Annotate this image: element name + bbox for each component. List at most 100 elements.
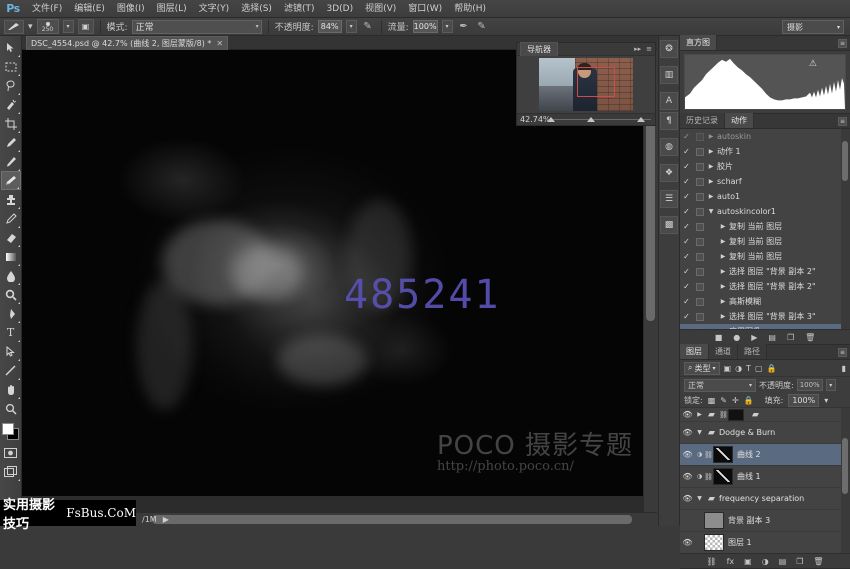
- play-button[interactable]: ▶: [751, 333, 757, 342]
- quick-mask-toggle[interactable]: [1, 443, 21, 462]
- menu-layer[interactable]: 图层(L): [151, 0, 193, 18]
- layer-visibility-icon[interactable]: 👁: [680, 472, 695, 481]
- rectangular-marquee-tool[interactable]: [1, 57, 21, 76]
- lock-position-icon[interactable]: ✛: [732, 396, 739, 405]
- airbrush-icon[interactable]: ✒: [457, 20, 471, 34]
- action-toggle-icon[interactable]: ✓: [680, 147, 693, 156]
- action-row[interactable]: ✓ ▶ scharf: [680, 174, 850, 189]
- lock-transparency-icon[interactable]: ▩: [708, 396, 716, 405]
- styles-icon[interactable]: ▩: [660, 216, 678, 234]
- panel-menu-icon[interactable]: ≡: [838, 117, 847, 126]
- layer-row[interactable]: 👁 ▶ ▰ ⛓ ▰: [680, 408, 850, 422]
- link-icon[interactable]: ⛓: [704, 451, 713, 459]
- flow-value[interactable]: 100%: [413, 20, 438, 33]
- clone-stamp-tool[interactable]: [1, 190, 21, 209]
- quick-selection-tool[interactable]: [1, 95, 21, 114]
- new-layer-button[interactable]: ❐: [796, 557, 803, 566]
- action-row[interactable]: ✓ ▼ autoskincolor1: [680, 204, 850, 219]
- collapse-icon[interactable]: ▸▸: [634, 45, 641, 53]
- tab-history[interactable]: 历史记录: [680, 113, 725, 128]
- action-row[interactable]: ✓ ▶ 动作 1: [680, 144, 850, 159]
- action-row-selected[interactable]: ✓ ▶ 应用图像: [680, 324, 850, 329]
- action-toggle-icon[interactable]: ✓: [680, 162, 693, 171]
- action-toggle-icon[interactable]: ✓: [680, 237, 693, 246]
- action-dialog-toggle[interactable]: [693, 223, 706, 231]
- action-toggle-icon[interactable]: ✓: [680, 267, 693, 276]
- navigator-view-box[interactable]: [577, 67, 615, 97]
- paragraph-icon[interactable]: ¶: [660, 112, 678, 130]
- action-row[interactable]: ✓ ▶ 复制 当前 图层: [680, 219, 850, 234]
- screen-mode-toggle[interactable]: [1, 462, 21, 481]
- spot-healing-brush-tool[interactable]: [1, 152, 21, 171]
- link-layers-button[interactable]: ⛓: [706, 557, 716, 566]
- menu-filter[interactable]: 滤镜(T): [278, 0, 321, 18]
- panel-menu-icon[interactable]: ≡: [838, 39, 847, 48]
- layer-visibility-icon[interactable]: 👁: [680, 410, 695, 419]
- action-toggle-icon[interactable]: ✓: [680, 297, 693, 306]
- navigator-tab[interactable]: 导航器: [520, 42, 558, 56]
- color-icon[interactable]: ◍: [660, 138, 678, 156]
- layer-fill-value[interactable]: 100%: [788, 394, 819, 407]
- expand-icon[interactable]: ▶: [718, 283, 728, 290]
- action-dialog-toggle[interactable]: [693, 298, 706, 306]
- new-action-button[interactable]: ❐: [787, 333, 794, 342]
- rectangle-shape-tool[interactable]: [1, 361, 21, 380]
- layer-list[interactable]: 👁 ▶ ▰ ⛓ ▰ 👁 ▼ ▰ Dodge & Burn 👁 ◑ ⛓: [680, 408, 850, 553]
- color-swatches[interactable]: [1, 421, 21, 443]
- character-icon[interactable]: A: [660, 92, 678, 110]
- action-dialog-toggle[interactable]: [693, 178, 706, 186]
- zoom-in-icon[interactable]: [637, 117, 645, 122]
- action-toggle-icon[interactable]: ✓: [680, 207, 693, 216]
- menu-help[interactable]: 帮助(H): [448, 0, 492, 18]
- link-icon[interactable]: ⛓: [719, 411, 728, 419]
- action-toggle-icon[interactable]: ✓: [680, 132, 693, 141]
- layer-filter-kind-select[interactable]: ⌕ 类型 ▾: [684, 362, 720, 375]
- expand-icon[interactable]: ▶: [706, 163, 716, 170]
- action-dialog-toggle[interactable]: [693, 193, 706, 201]
- action-dialog-toggle[interactable]: [693, 283, 706, 291]
- menu-window[interactable]: 窗口(W): [402, 0, 448, 18]
- layer-visibility-icon[interactable]: 👁: [680, 450, 695, 459]
- scrollbar-thumb[interactable]: [842, 141, 848, 181]
- layer-visibility-icon[interactable]: 👁: [680, 538, 695, 547]
- layer-thumbnail[interactable]: [704, 534, 724, 551]
- action-dialog-toggle[interactable]: [693, 133, 706, 141]
- expand-icon[interactable]: ▶: [718, 328, 728, 329]
- action-row[interactable]: ✓ ▶ 复制 当前 图层: [680, 234, 850, 249]
- filter-enable-toggle[interactable]: ▮: [842, 364, 846, 373]
- action-dialog-toggle[interactable]: [693, 238, 706, 246]
- panel-menu-icon[interactable]: ≡: [646, 45, 652, 53]
- blend-mode-select[interactable]: 正常 ▾: [132, 20, 262, 34]
- action-dialog-toggle[interactable]: [693, 148, 706, 156]
- action-toggle-icon[interactable]: ✓: [680, 282, 693, 291]
- layer-thumbnail[interactable]: [713, 446, 733, 463]
- opacity-stepper[interactable]: ▾: [346, 20, 357, 33]
- path-selection-tool[interactable]: [1, 342, 21, 361]
- lasso-tool[interactable]: [1, 76, 21, 95]
- tab-channels[interactable]: 通道: [709, 344, 738, 359]
- layer-row-selected[interactable]: 👁 ◑ ⛓ 曲线 2: [680, 444, 850, 466]
- layer-thumbnail[interactable]: [704, 512, 724, 529]
- filter-adjustment-icon[interactable]: ◑: [735, 364, 742, 373]
- zoom-out-icon[interactable]: [547, 117, 555, 122]
- adjustments-icon[interactable]: ❖: [660, 164, 678, 182]
- status-arrow-icon[interactable]: ▶: [163, 515, 169, 524]
- mini-bridge-icon[interactable]: ❂: [660, 40, 678, 58]
- action-row[interactable]: ✓ ▶ 选择 图层 "背景 副本 2": [680, 264, 850, 279]
- action-row[interactable]: ✓ ▶ 复制 当前 图层: [680, 249, 850, 264]
- brush-panel-toggle-icon[interactable]: ▣: [78, 19, 94, 34]
- actions-list[interactable]: ✓ ▶ autoskin ✓ ▶ 动作 1 ✓ ▶ 胶片: [680, 129, 850, 329]
- dodge-tool[interactable]: [1, 285, 21, 304]
- action-toggle-icon[interactable]: ✓: [680, 252, 693, 261]
- layer-row[interactable]: 👁 ◑ ⛓ 曲线 1: [680, 466, 850, 488]
- expand-icon[interactable]: ▶: [718, 298, 728, 305]
- action-toggle-icon[interactable]: ✓: [680, 177, 693, 186]
- zoom-slider-handle[interactable]: [587, 117, 595, 122]
- move-tool[interactable]: [1, 38, 21, 57]
- horizontal-type-tool[interactable]: T: [1, 323, 21, 342]
- delete-layer-button[interactable]: 🗑: [813, 557, 823, 566]
- layer-row[interactable]: 👁 ▼ ▰ Dodge & Burn: [680, 422, 850, 444]
- histogram-plot[interactable]: ⚠: [684, 54, 846, 110]
- expand-icon[interactable]: ▶: [706, 133, 716, 140]
- action-toggle-icon[interactable]: ✓: [680, 312, 693, 321]
